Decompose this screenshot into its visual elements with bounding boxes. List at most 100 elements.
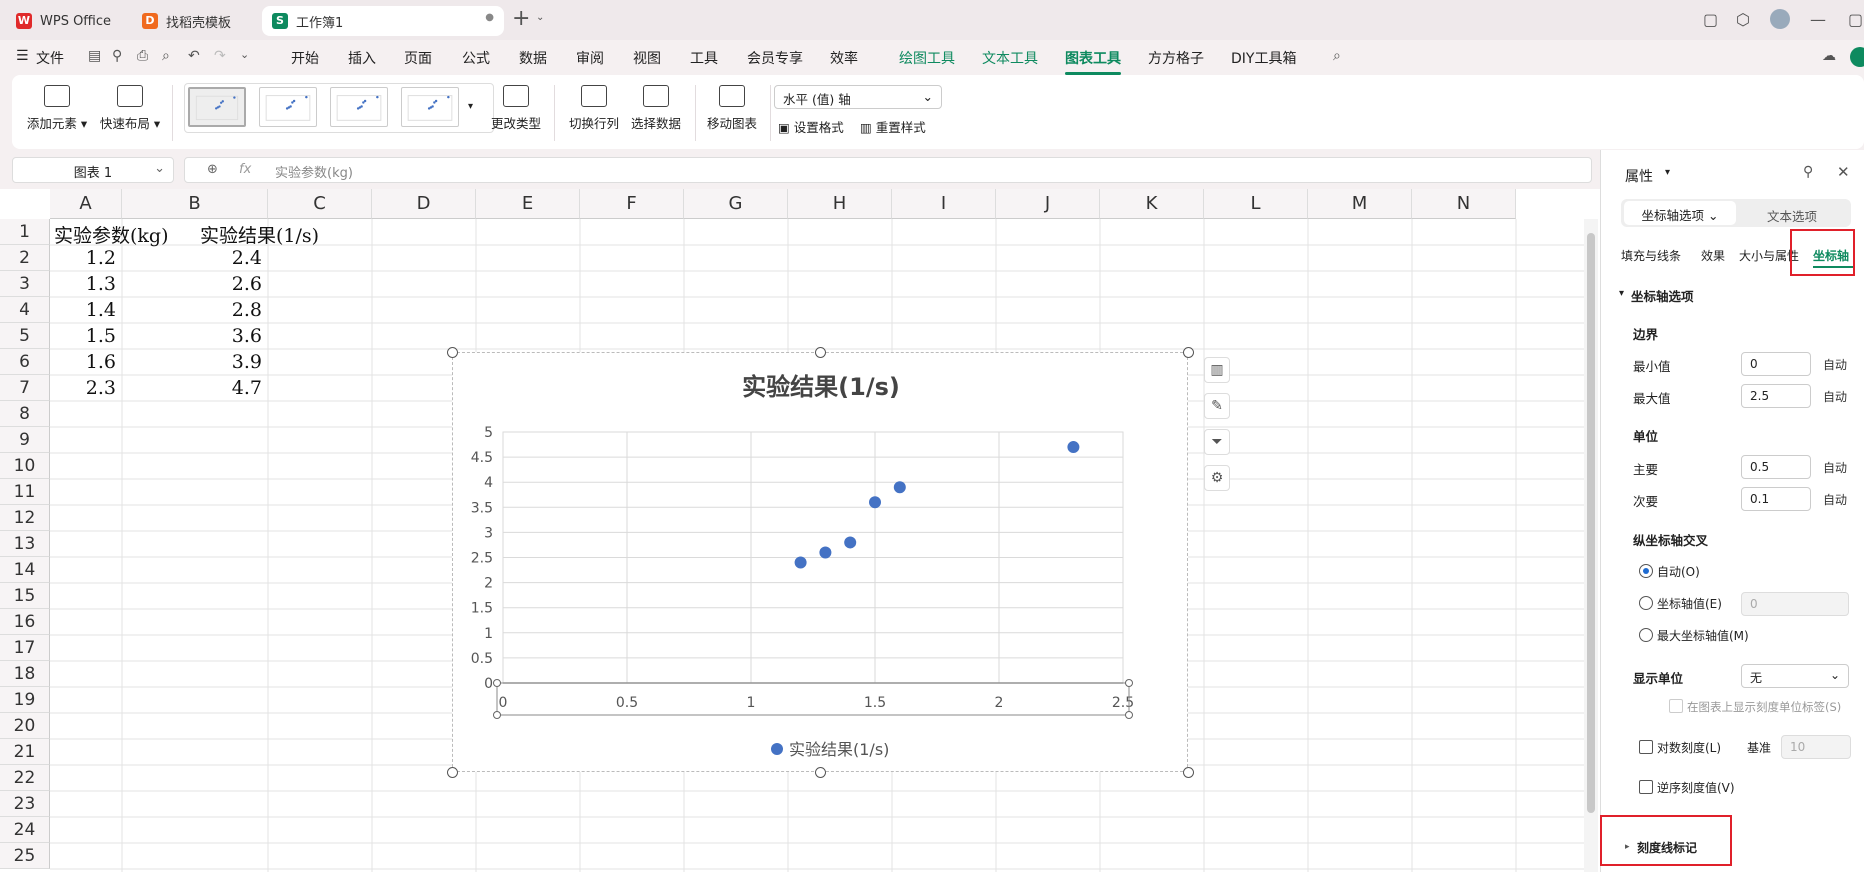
max-auto-button[interactable]: 自动	[1823, 388, 1847, 405]
cube-icon[interactable]: ⬡	[1736, 10, 1750, 29]
major-input[interactable]: 0.5	[1741, 455, 1811, 479]
chart-area[interactable]: 实验结果(1/s) 0 0.5 1 1.5 2 2.5 3 3.5 4 4.5 5 0 0.5 1 1.5 2 2…	[452, 352, 1188, 772]
min-auto-button[interactable]: 自动	[1823, 356, 1847, 373]
section-axis-options[interactable]: 坐标轴选项	[1631, 286, 1694, 305]
data-point[interactable]	[819, 546, 832, 559]
new-tab-icon[interactable]: +	[512, 6, 530, 31]
log-scale-checkbox[interactable]	[1639, 740, 1653, 754]
max-input[interactable]: 2.5	[1741, 384, 1811, 408]
row-header[interactable]: 3	[0, 271, 50, 297]
minor-auto-button[interactable]: 自动	[1823, 491, 1847, 508]
row-header[interactable]: 7	[0, 375, 50, 401]
axis-selection-handle[interactable]	[493, 679, 501, 687]
x-axis-selection[interactable]	[496, 682, 1130, 716]
avatar[interactable]	[1770, 9, 1790, 29]
tab-workbook[interactable]: S 工作簿1 ●	[262, 6, 504, 36]
display-units-select[interactable]: 无 ⌄	[1741, 664, 1849, 688]
quick-layout-button[interactable]: 快速布局 ▾	[98, 85, 162, 132]
quick-access-chevron-icon[interactable]: ⌄	[240, 48, 249, 61]
row-header[interactable]: 9	[0, 427, 50, 453]
column-header[interactable]: H	[788, 189, 892, 219]
print-preview-icon[interactable]: ⌕	[162, 48, 170, 64]
row-header[interactable]: 16	[0, 609, 50, 635]
menu-chart-tools[interactable]: 图表工具	[1065, 48, 1121, 75]
resize-handle-n[interactable]	[815, 347, 826, 358]
chart-style-2[interactable]	[259, 87, 317, 127]
resize-handle-nw[interactable]	[447, 347, 458, 358]
column-header[interactable]: I	[892, 189, 996, 219]
axis-selection-handle[interactable]	[493, 711, 501, 719]
data-point[interactable]	[869, 496, 881, 509]
base-input[interactable]: 10	[1781, 735, 1851, 759]
move-chart-button[interactable]: 移动图表	[702, 85, 762, 132]
reverse-checkbox[interactable]	[1639, 780, 1653, 794]
menu-tools[interactable]: 工具	[690, 48, 718, 68]
cell-a2[interactable]: 1.2	[50, 247, 116, 269]
data-point[interactable]	[844, 536, 857, 549]
cell-b6[interactable]: 3.9	[122, 351, 262, 373]
row-header[interactable]: 5	[0, 323, 50, 349]
resize-handle-se[interactable]	[1183, 767, 1194, 778]
subtab-fill-line[interactable]: 填充与线条	[1621, 247, 1681, 264]
row-header[interactable]: 19	[0, 687, 50, 713]
column-header[interactable]: K	[1100, 189, 1204, 219]
row-header[interactable]: 10	[0, 453, 50, 479]
data-point[interactable]	[1067, 441, 1080, 454]
chart-settings-icon[interactable]: ⚙	[1204, 465, 1230, 491]
tab-text-options[interactable]: 文本选项	[1767, 206, 1817, 225]
menu-text-tools[interactable]: 文本工具	[982, 48, 1038, 68]
menu-review[interactable]: 审阅	[576, 48, 604, 68]
add-element-button[interactable]: 添加元素 ▾	[26, 85, 88, 132]
caret-down-icon[interactable]: ▾	[1619, 288, 1624, 299]
cell-b7[interactable]: 4.7	[122, 377, 262, 399]
name-box[interactable]: 图表 1 ⌄	[12, 157, 174, 183]
print-icon[interactable]: ⎙	[137, 48, 148, 64]
cross-max-radio[interactable]	[1639, 628, 1653, 642]
row-header[interactable]: 11	[0, 479, 50, 505]
chevron-down-icon[interactable]: ⌄	[536, 12, 544, 23]
column-header[interactable]: E	[476, 189, 580, 219]
cell-a7[interactable]: 2.3	[50, 377, 116, 399]
chart-style-brush-icon[interactable]: ✎	[1204, 393, 1230, 419]
cell-a3[interactable]: 1.3	[50, 273, 116, 295]
row-header[interactable]: 8	[0, 401, 50, 427]
cell-b1[interactable]: 实验结果(1/s)	[200, 221, 319, 248]
minor-input[interactable]: 0.1	[1741, 487, 1811, 511]
search-icon[interactable]: ⌕	[1333, 48, 1341, 64]
pin-icon[interactable]: ⚲	[112, 48, 122, 64]
menu-diy-toolbox[interactable]: DIY工具箱	[1231, 48, 1296, 68]
cell-b4[interactable]: 2.8	[122, 299, 262, 321]
cross-value-label[interactable]: 坐标轴值(E)	[1657, 595, 1722, 612]
cross-auto-radio[interactable]	[1639, 564, 1653, 578]
row-header[interactable]: 17	[0, 635, 50, 661]
menu-fangfangegezi[interactable]: 方方格子	[1148, 48, 1204, 68]
cell-a1[interactable]: 实验参数(kg)	[54, 221, 169, 248]
row-header[interactable]: 23	[0, 791, 50, 817]
column-header[interactable]: L	[1204, 189, 1308, 219]
scrollbar-thumb[interactable]	[1587, 233, 1595, 813]
window-layout-icon[interactable]: ▢	[1703, 10, 1718, 29]
chevron-down-icon[interactable]: ▾	[1665, 167, 1670, 178]
column-header[interactable]: A	[50, 189, 122, 219]
row-header[interactable]: 20	[0, 713, 50, 739]
cell-a5[interactable]: 1.5	[50, 325, 116, 347]
menu-formula[interactable]: 公式	[462, 48, 490, 68]
unsaved-dot-icon[interactable]: ●	[485, 12, 494, 23]
column-header[interactable]: G	[684, 189, 788, 219]
axis-selection-handle[interactable]	[1125, 679, 1133, 687]
tab-docer[interactable]: D 找稻壳模板	[132, 6, 241, 36]
save-icon[interactable]: ▤	[88, 48, 101, 64]
column-header[interactable]: J	[996, 189, 1100, 219]
hamburger-icon[interactable]: ☰	[16, 48, 29, 64]
change-type-button[interactable]: 更改类型	[488, 85, 544, 132]
tab-axis-options[interactable]: 坐标轴选项 ⌄	[1624, 201, 1736, 225]
chart-elements-icon[interactable]: ▥	[1204, 357, 1230, 383]
column-header[interactable]: M	[1308, 189, 1412, 219]
row-header[interactable]: 22	[0, 765, 50, 791]
data-point[interactable]	[893, 481, 906, 494]
redo-icon[interactable]: ↷	[214, 48, 226, 64]
show-units-checkbox[interactable]	[1669, 699, 1683, 713]
cell-b5[interactable]: 3.6	[122, 325, 262, 347]
cell-b3[interactable]: 2.6	[122, 273, 262, 295]
undo-icon[interactable]: ↶	[188, 48, 200, 64]
